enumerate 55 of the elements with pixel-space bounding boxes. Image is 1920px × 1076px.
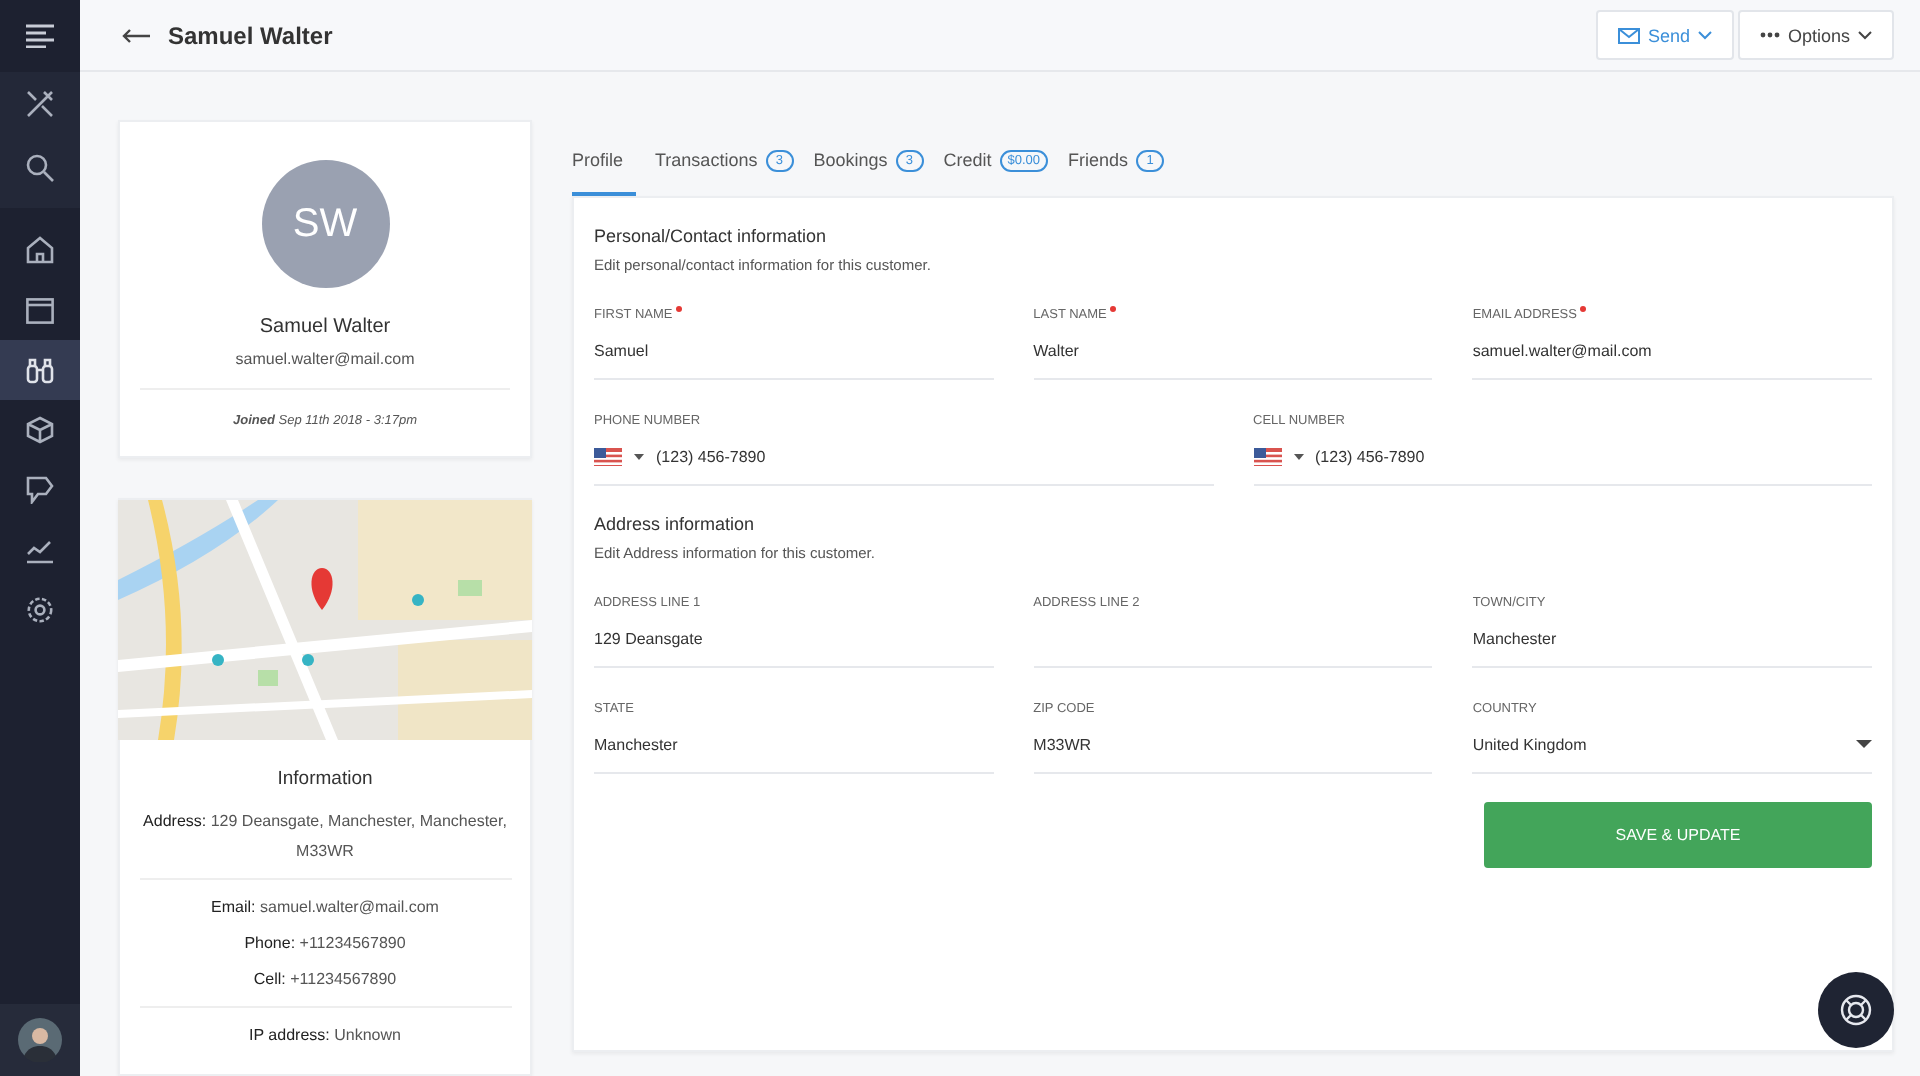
input-field[interactable]: (123) 456-7890 (594, 428, 1213, 486)
required-mark-icon (676, 306, 683, 312)
info-line: Address: 129 Deansgate, Manchester, Manchester, M33WR (141, 810, 509, 864)
chart-icon (26, 537, 54, 563)
info-line: Cell: +11234567890 (253, 968, 397, 992)
tab-label: Bookings (813, 150, 888, 170)
required-mark-icon (1110, 306, 1117, 312)
customer-email: samuel.walter@mail.com (235, 350, 415, 368)
info-line: Phone: +11234567890 (244, 932, 406, 956)
cube-icon (26, 416, 54, 444)
tab-label: Profile (572, 150, 624, 170)
back-arrow-icon[interactable] (122, 27, 150, 43)
binoculars-icon (26, 356, 54, 384)
input-field[interactable]: Manchester (1472, 610, 1872, 668)
more-icon (1759, 32, 1780, 38)
flag-icon (1253, 447, 1281, 465)
section-title: Personal/Contact information (594, 226, 829, 246)
info-line: Email: samuel.walter@mail.com (211, 896, 439, 920)
search-icon (26, 154, 54, 182)
customer-name: Samuel Walter (259, 316, 391, 338)
caret-icon (1856, 740, 1872, 748)
input-field[interactable]: Samuel (594, 322, 994, 380)
settings-icon (26, 596, 54, 624)
caret-icon (634, 453, 644, 459)
flag-icon (594, 447, 622, 465)
input-field[interactable]: Walter (1033, 322, 1433, 380)
lifebuoy-icon (1840, 994, 1872, 1026)
input-field[interactable]: Manchester (594, 716, 994, 774)
caret-icon (1293, 453, 1303, 459)
initials-avatar: SW (261, 160, 389, 288)
mail-icon (1617, 27, 1640, 43)
input-field[interactable]: M33WR (1033, 716, 1433, 774)
tools-icon (26, 90, 54, 118)
menu-icon (26, 24, 54, 48)
send-button[interactable]: Send (1595, 10, 1734, 60)
sidebar-item[interactable] (0, 340, 80, 400)
information-title: Information (277, 768, 373, 790)
tab-label: Friends (1068, 150, 1129, 170)
section-title: Address information (594, 514, 757, 534)
required-mark-icon (1580, 306, 1587, 312)
home-icon (26, 236, 54, 264)
tab-label: Credit (943, 150, 992, 170)
info-line: IP address: Unknown (249, 1024, 401, 1048)
user-avatar[interactable] (18, 1018, 62, 1062)
chevron-down-icon (1697, 30, 1712, 40)
window-icon (26, 297, 54, 323)
tab-label: Transactions (655, 150, 758, 170)
chevron-down-icon (1858, 30, 1872, 40)
page-title: Samuel Walter (168, 21, 333, 49)
tag-icon (26, 476, 54, 504)
options-button[interactable]: Options (1737, 10, 1894, 60)
input-field[interactable]: (123) 456-7890 (1253, 428, 1872, 486)
input-field[interactable]: 129 Deansgate (594, 610, 994, 668)
country-select[interactable]: United Kingdom (1472, 716, 1872, 774)
input-field[interactable]: samuel.walter@mail.com (1472, 322, 1872, 380)
